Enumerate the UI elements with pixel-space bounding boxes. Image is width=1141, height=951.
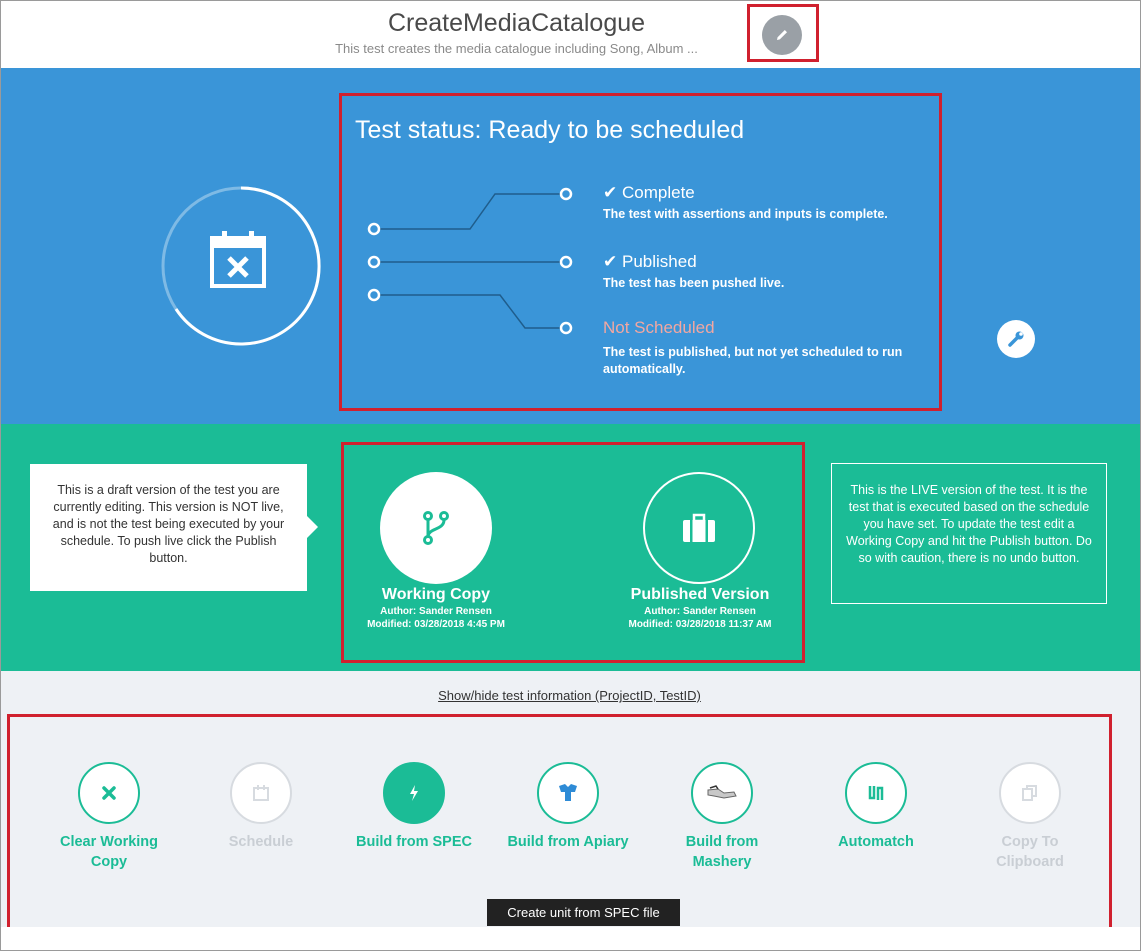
schedule-button[interactable]: Schedule — [196, 762, 326, 852]
status-title: Test status: Ready to be scheduled — [355, 116, 745, 144]
working-copy-modified: Modified: 03/28/2018 4:45 PM — [367, 619, 505, 630]
step-not-scheduled-desc-1: The test is published, but not yet sched… — [603, 345, 903, 359]
published-version-modified: Modified: 03/28/2018 11:37 AM — [628, 619, 772, 630]
page-subtitle: This test creates the media catalogue in… — [335, 41, 698, 56]
tooltip: Create unit from SPEC file — [487, 899, 680, 926]
working-copy-button[interactable] — [380, 472, 492, 584]
build-from-apiary-button[interactable]: Build from Apiary — [503, 762, 633, 852]
step-not-scheduled-label: Not Scheduled — [603, 318, 715, 337]
published-version-author: Author: Sander Rensen — [644, 606, 756, 617]
header: CreateMediaCatalogue This test creates t… — [1, 1, 1140, 68]
action-label-line1: Copy To — [1001, 834, 1059, 850]
footer — [1, 927, 1140, 950]
calendar-icon — [253, 785, 269, 801]
action-label-line1: Build from — [685, 834, 759, 850]
copy-to-clipboard-button[interactable]: Copy To Clipboard — [965, 762, 1095, 872]
action-label: Schedule — [196, 832, 326, 852]
automatch-button[interactable]: Automatch — [811, 762, 941, 852]
action-label: Automatch — [811, 832, 941, 852]
briefcase-icon — [683, 513, 715, 542]
check-icon: ✔ — [603, 183, 618, 202]
step-not-scheduled-desc-2: automatically. — [603, 362, 686, 376]
step-published: ✔ Published — [603, 252, 697, 272]
working-copy-title: Working Copy — [381, 586, 491, 603]
step-published-label: Published — [621, 252, 697, 271]
action-label-line1: Build from SPEC — [355, 834, 472, 850]
build-spec-ring — [383, 762, 445, 824]
apiary-icon — [559, 784, 577, 801]
published-version-title: Published Version — [630, 586, 770, 603]
action-label: Clear Working Copy — [44, 832, 174, 872]
build-mashery-ring — [691, 762, 753, 824]
automatch-icon — [868, 786, 884, 800]
action-label-line1: Schedule — [228, 834, 294, 850]
action-label: Build from SPEC — [349, 832, 479, 852]
action-label-line1: Clear Working — [59, 834, 159, 850]
draft-note: This is a draft version of the test you … — [30, 464, 307, 591]
automatch-ring — [845, 762, 907, 824]
wrench-icon — [1008, 331, 1024, 347]
copy-icon — [1022, 785, 1037, 801]
action-label-line2: Copy — [90, 854, 128, 870]
draft-note-arrow — [306, 515, 318, 539]
lightning-icon — [410, 785, 418, 801]
copy-ring — [999, 762, 1061, 824]
page-title: CreateMediaCatalogue — [387, 9, 646, 37]
schedule-settings-button[interactable] — [997, 320, 1035, 358]
action-label-line2: Mashery — [692, 854, 752, 870]
build-from-mashery-button[interactable]: Build from Mashery — [657, 762, 787, 872]
step-complete-desc: The test with assertions and inputs is c… — [603, 207, 888, 221]
close-icon — [102, 786, 116, 800]
step-complete-label: Complete — [621, 183, 695, 202]
action-label: Build from Apiary — [503, 832, 633, 852]
step-published-desc: The test has been pushed live. — [603, 276, 785, 290]
action-label-line2: Clipboard — [996, 854, 1064, 870]
toggle-test-info-link[interactable]: Show/hide test information (ProjectID, T… — [0, 688, 1139, 703]
mashery-icon — [707, 785, 737, 799]
working-copy-author: Author: Sander Rensen — [380, 606, 492, 617]
action-label: Build from Mashery — [657, 832, 787, 872]
build-from-spec-button[interactable]: Build from SPEC — [349, 762, 479, 852]
action-label: Copy To Clipboard — [965, 832, 1095, 872]
live-note: This is the LIVE version of the test. It… — [831, 463, 1107, 604]
action-label-line1: Build from Apiary — [507, 834, 629, 850]
git-branch-icon — [423, 511, 449, 545]
schedule-ring — [230, 762, 292, 824]
edit-button[interactable] — [762, 15, 802, 55]
status-connector-lines — [367, 187, 573, 335]
clear-working-copy-button[interactable]: Clear Working Copy — [44, 762, 174, 872]
step-complete: ✔ Complete — [603, 183, 695, 203]
pencil-icon — [777, 30, 787, 40]
check-icon: ✔ — [603, 252, 618, 271]
clear-ring — [78, 762, 140, 824]
action-label-line1: Automatch — [838, 834, 914, 850]
published-version-button[interactable] — [643, 472, 755, 584]
calendar-x-icon — [210, 231, 266, 288]
build-apiary-ring — [537, 762, 599, 824]
